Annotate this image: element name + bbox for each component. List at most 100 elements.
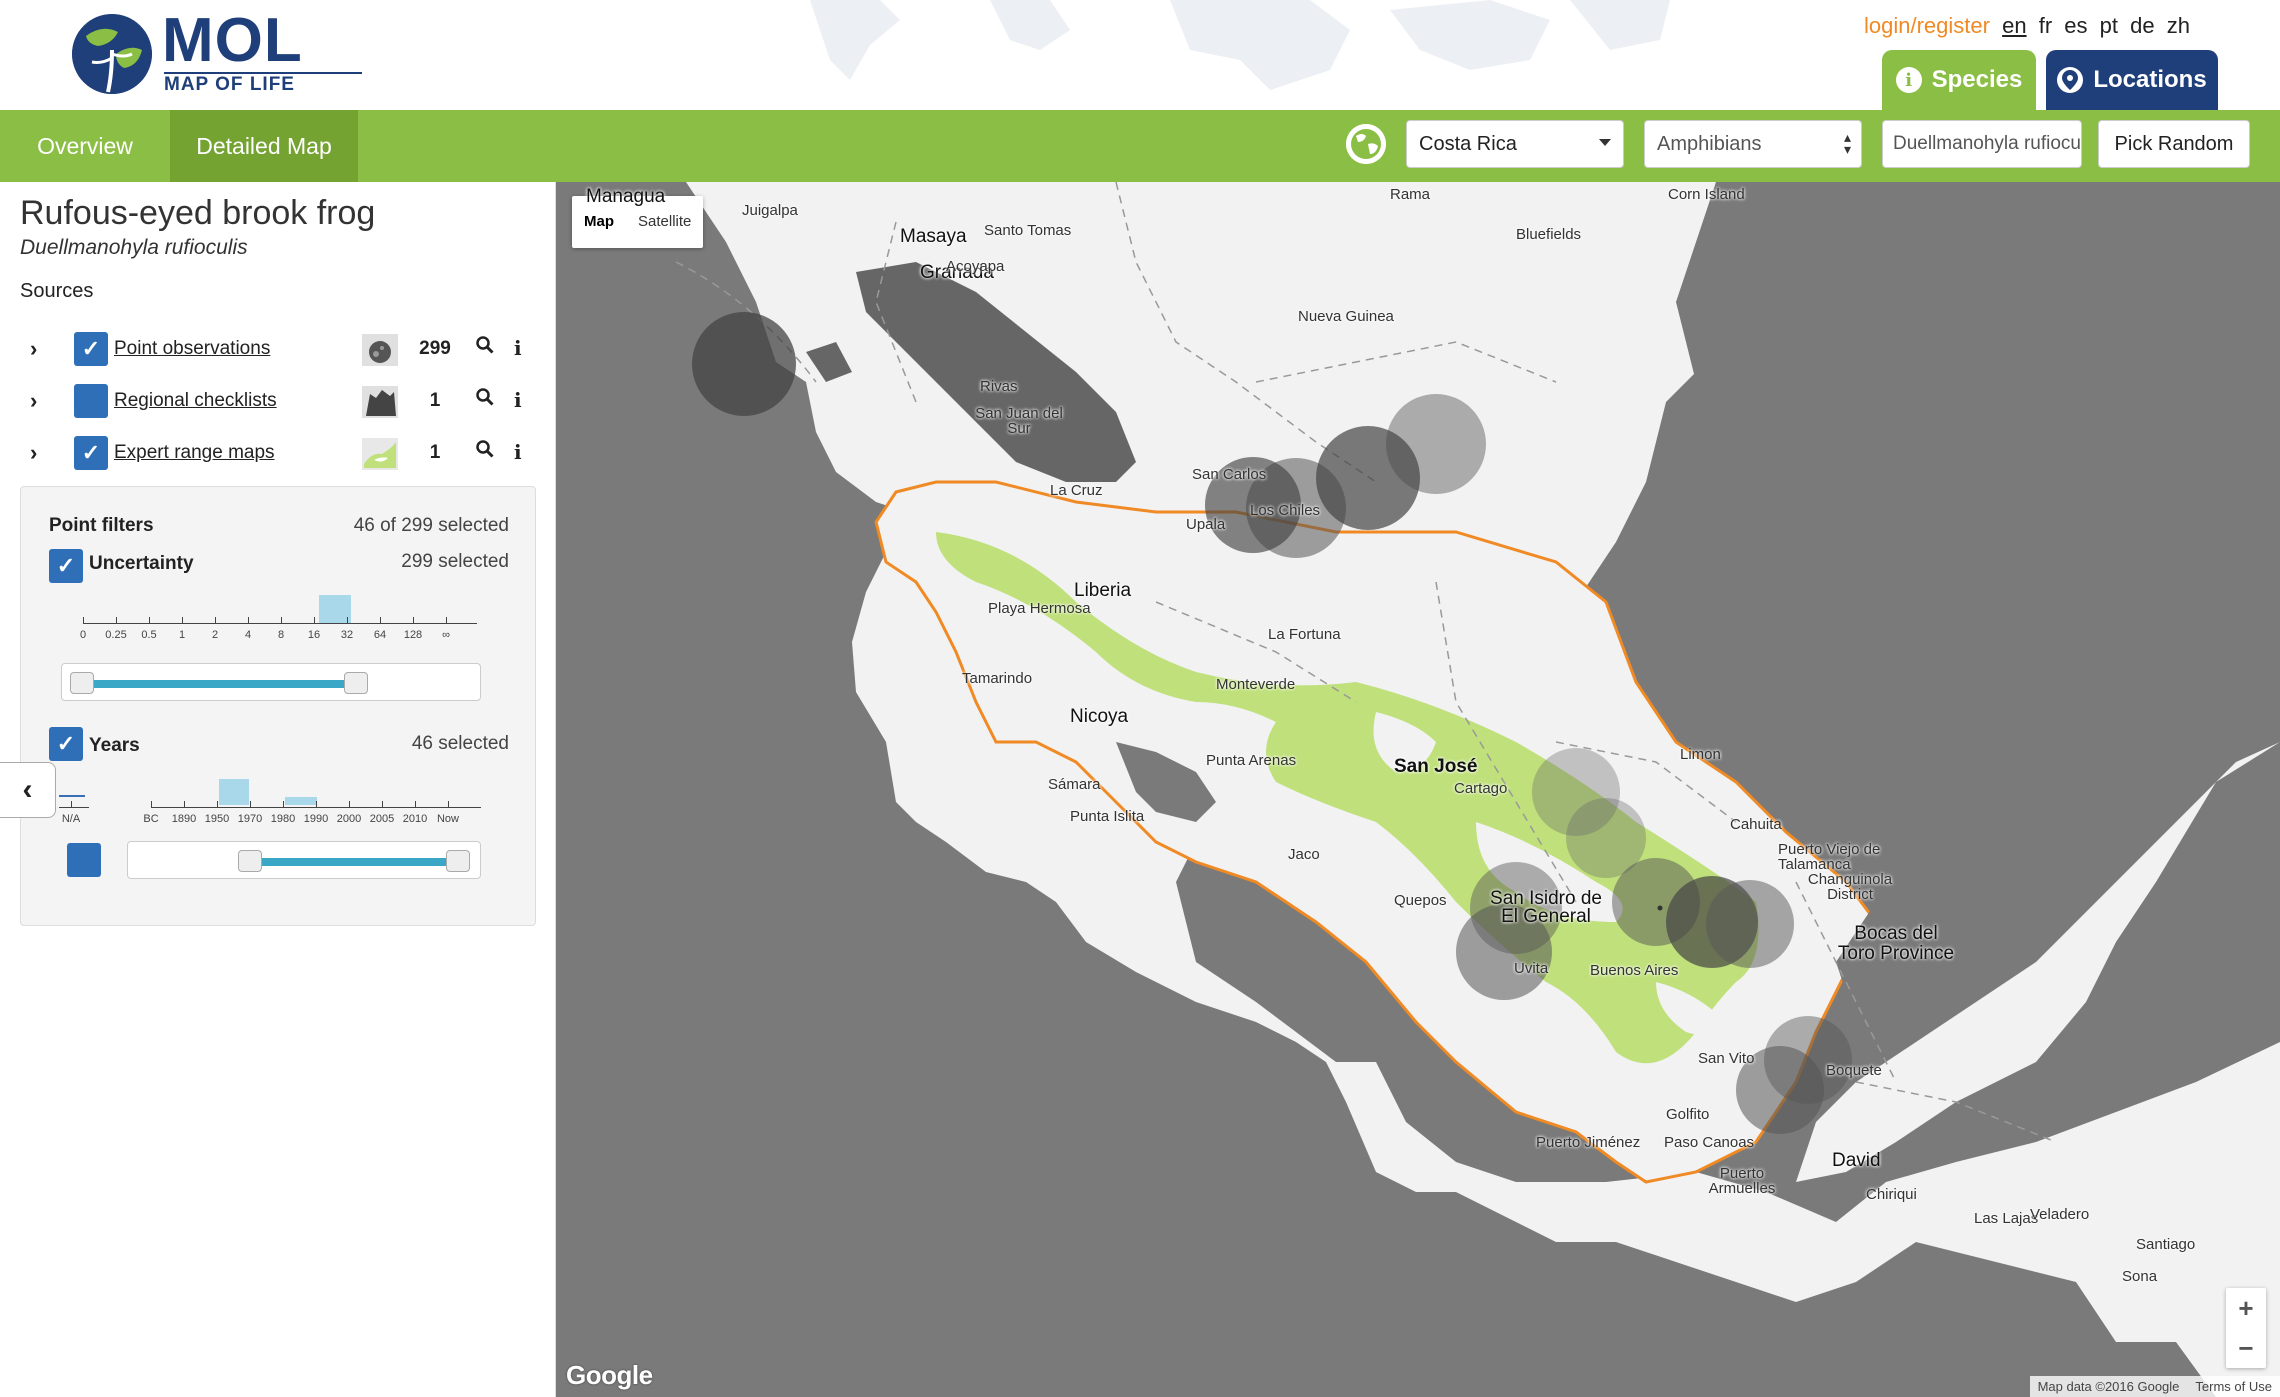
years-range-slider[interactable]: [127, 841, 481, 879]
chevron-right-icon[interactable]: ›: [30, 440, 37, 466]
terms-of-use-link[interactable]: Terms of Use: [2195, 1379, 2272, 1394]
years-tick: 2010: [402, 813, 428, 825]
uncertainty-tick: ∞: [442, 629, 450, 641]
regional-checklists-info-icon[interactable]: i: [514, 388, 522, 412]
country-select[interactable]: Costa Rica: [1406, 120, 1624, 168]
language-pt-link[interactable]: pt: [2100, 13, 2118, 38]
taxon-class-select[interactable]: Amphibians ▴ ▾: [1644, 120, 1862, 168]
regional-checklists-count: 1: [429, 390, 441, 411]
map-label: San Juan del Sur: [975, 405, 1063, 437]
header: MOL MAP OF LIFE login/register en fr es …: [0, 0, 2280, 110]
uncertainty-tick: 64: [373, 629, 387, 641]
language-en-link[interactable]: en: [2002, 13, 2026, 38]
years-selected-count: 46 selected: [411, 733, 509, 754]
map-label: La Fortuna: [1268, 626, 1341, 643]
chevron-left-icon: ‹: [22, 773, 33, 806]
map-label: Limon: [1680, 746, 1721, 763]
collapse-sidebar-button[interactable]: ‹: [0, 762, 56, 818]
years-tick: 1990: [303, 813, 329, 825]
years-tick: 2005: [369, 813, 395, 825]
uncertainty-tick: 1: [178, 629, 186, 641]
map-label: San José: [1394, 756, 1478, 777]
species-search-input[interactable]: Duellmanohyla rufioculis: [1882, 120, 2082, 168]
pick-random-button[interactable]: Pick Random: [2098, 120, 2250, 168]
uncertainty-axis: 0 0.25 0.5 1 2 4 8 16 32 64 128 ∞: [79, 613, 477, 643]
uncertainty-slider-max-handle[interactable]: [344, 672, 368, 694]
uncertainty-tick: 0: [79, 629, 87, 641]
map-label: Rivas: [980, 378, 1018, 395]
regional-checklists-checkbox[interactable]: [74, 384, 108, 418]
map-attribution: Map data ©2016 Google Terms of Use: [2029, 1376, 2280, 1397]
header-world-map-decoration: [810, 0, 1670, 90]
map-label: Boquete: [1826, 1062, 1882, 1079]
point-observations-label[interactable]: Point observations: [114, 338, 270, 360]
tab-species-label: Species: [1931, 66, 2023, 93]
globe-icon[interactable]: [1346, 124, 1386, 164]
zoom-in-button[interactable]: +: [2226, 1288, 2266, 1328]
map-label: Rama: [1390, 186, 1431, 203]
map-label: Punta Islita: [1070, 808, 1145, 825]
login-register-link[interactable]: login/register: [1864, 13, 1990, 38]
uncertainty-range-slider[interactable]: [61, 663, 481, 701]
map-label: Santo Tomas: [984, 222, 1072, 239]
expert-range-maps-label[interactable]: Expert range maps: [114, 442, 275, 464]
nav-detailed-map[interactable]: Detailed Map: [170, 110, 358, 182]
language-de-link[interactable]: de: [2130, 13, 2154, 38]
point-observations-info-icon[interactable]: i: [514, 336, 522, 360]
country-select-value: Costa Rica: [1419, 132, 1517, 155]
tab-species[interactable]: i Species: [1882, 50, 2036, 110]
years-slider-max-handle[interactable]: [446, 850, 470, 872]
map-label: Quepos: [1394, 892, 1447, 909]
map-label: Juigalpa: [742, 202, 798, 219]
map-label: San Isidro de El General: [1490, 888, 1602, 927]
years-label: Years: [89, 735, 140, 756]
uncertainty-label: Uncertainty: [89, 553, 194, 574]
logo-globe-icon: [72, 14, 152, 94]
uncertainty-tick: 32: [340, 629, 354, 641]
map-label: Punta Arenas: [1206, 752, 1297, 769]
regional-checklists-label[interactable]: Regional checklists: [114, 390, 277, 412]
expert-range-maps-checkbox[interactable]: ✓: [74, 436, 108, 470]
language-fr-link[interactable]: fr: [2039, 13, 2052, 38]
uncertainty-slider-min-handle[interactable]: [70, 672, 94, 694]
point-observations-checkbox[interactable]: ✓: [74, 332, 108, 366]
point-filters-summary: 46 of 299 selected: [353, 515, 509, 536]
chevron-right-icon[interactable]: ›: [30, 336, 37, 362]
map-label: Las Lajas: [1974, 1210, 2039, 1227]
language-zh-link[interactable]: zh: [2167, 13, 2190, 38]
zoom-to-regional-checklists-icon[interactable]: [476, 388, 494, 412]
app-window: MOL MAP OF LIFE login/register en fr es …: [0, 0, 2280, 1397]
select-arrows-icon: ▴ ▾: [1843, 129, 1851, 157]
uncertainty-tick: 0.5: [141, 629, 157, 641]
logo-subtitle: MAP OF LIFE: [164, 74, 295, 95]
map-label: Liberia: [1074, 580, 1132, 601]
uncertainty-filter-checkbox[interactable]: ✓: [49, 549, 83, 583]
map-label: Bluefields: [1516, 226, 1582, 243]
chevron-right-icon[interactable]: ›: [30, 388, 37, 414]
mol-logo[interactable]: MOL MAP OF LIFE: [72, 10, 362, 96]
map-label: Puerto Viejo de Talamanca: [1778, 841, 1881, 873]
years-na-axis: N/A: [59, 797, 89, 827]
google-logo: Google: [566, 1360, 653, 1390]
taxon-class-select-value: Amphibians: [1657, 132, 1762, 155]
years-na-checkbox[interactable]: [67, 843, 101, 877]
uncertainty-selected-count: 299 selected: [401, 551, 509, 572]
zoom-to-point-observations-icon[interactable]: [476, 336, 494, 360]
navbar: Overview Detailed Map Costa Rica Amphibi…: [0, 110, 2280, 182]
zoom-out-button[interactable]: −: [2226, 1328, 2266, 1368]
zoom-to-expert-range-maps-icon[interactable]: [476, 440, 494, 464]
map-label: San Carlos: [1192, 466, 1267, 483]
uncertainty-slider-track: [82, 680, 362, 688]
nav-overview[interactable]: Overview: [0, 110, 170, 182]
map-label: Bocas del Toro Province: [1837, 923, 1955, 964]
years-filter-checkbox[interactable]: ✓: [49, 727, 83, 761]
uncertainty-tick: 16: [307, 629, 321, 641]
tab-locations[interactable]: Locations: [2046, 50, 2218, 110]
map-canvas[interactable]: Map Satellite Managua Juigalpa Rama Corn…: [556, 182, 2280, 1397]
map-label: Paso Canoas: [1664, 1134, 1755, 1151]
expert-range-maps-info-icon[interactable]: i: [514, 440, 522, 464]
top-links: login/register en fr es pt de zh: [1864, 12, 2190, 40]
language-es-link[interactable]: es: [2064, 13, 2087, 38]
years-slider-min-handle[interactable]: [238, 850, 262, 872]
map-label: Uvita: [1514, 960, 1549, 977]
